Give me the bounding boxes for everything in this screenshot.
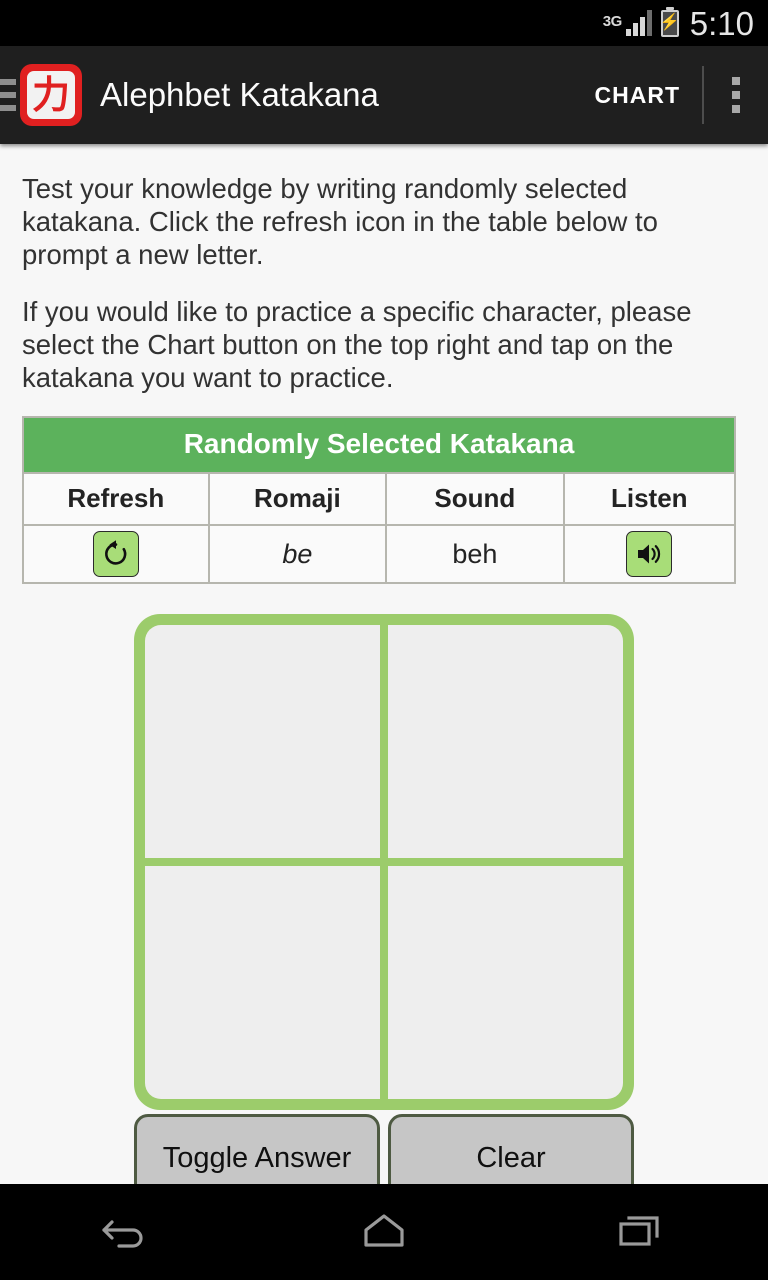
random-katakana-table: Randomly Selected Katakana Refresh Romaj…: [22, 416, 737, 584]
table-title: Randomly Selected Katakana: [22, 416, 736, 474]
speaker-icon[interactable]: [626, 531, 673, 577]
home-button[interactable]: [256, 1184, 512, 1280]
back-arrow-icon: [99, 1208, 157, 1257]
column-header-romaji: Romaji: [207, 472, 388, 526]
overflow-menu-icon[interactable]: [704, 77, 768, 113]
listen-cell: [562, 524, 737, 584]
table-title-row: Randomly Selected Katakana: [22, 416, 736, 474]
canvas-quadrant-bottom-left[interactable]: [145, 866, 380, 1099]
drawing-canvas[interactable]: [134, 614, 634, 1110]
canvas-quadrant-top-right[interactable]: [388, 625, 623, 858]
refresh-cell: [22, 524, 210, 584]
recent-apps-button[interactable]: [512, 1184, 768, 1280]
instruction-paragraph-2: If you would like to practice a specific…: [22, 296, 692, 393]
canvas-quadrant-top-left[interactable]: [145, 625, 380, 858]
refresh-icon[interactable]: [92, 531, 139, 577]
android-navigation-bar: [0, 1184, 768, 1280]
signal-bars-icon: [625, 10, 652, 36]
battery-charging-icon: ⚡: [660, 9, 680, 37]
instructions-block: Test your knowledge by writing randomly …: [22, 144, 746, 394]
table-header-row: Refresh Romaji Sound Listen: [22, 472, 737, 526]
status-bar-right-cluster: 3G ⚡ 5:10: [603, 7, 754, 40]
app-icon[interactable]: 力: [20, 64, 82, 126]
instruction-paragraph-1: Test your knowledge by writing randomly …: [22, 173, 658, 270]
status-bar-clock: 5:10: [689, 4, 754, 42]
network-type-label: 3G: [602, 12, 623, 30]
app-icon-glyph: 力: [27, 71, 75, 119]
action-bar: 力 Alephbet Katakana CHART: [0, 46, 768, 144]
status-bar: 3G ⚡ 5:10: [0, 0, 768, 46]
column-header-refresh: Refresh: [22, 472, 210, 526]
home-icon: [355, 1208, 413, 1257]
romaji-value: be: [207, 524, 388, 584]
hamburger-menu-icon[interactable]: [0, 79, 16, 111]
recent-apps-icon: [611, 1208, 669, 1257]
table-row: be beh: [22, 524, 737, 584]
column-header-sound: Sound: [385, 472, 565, 526]
column-header-listen: Listen: [562, 472, 737, 526]
chart-button[interactable]: CHART: [573, 82, 703, 109]
main-content: Test your knowledge by writing randomly …: [0, 144, 768, 1202]
page-title: Alephbet Katakana: [100, 76, 379, 113]
back-button[interactable]: [0, 1184, 256, 1280]
canvas-quadrant-bottom-right[interactable]: [388, 866, 623, 1099]
sound-value: beh: [385, 524, 565, 584]
